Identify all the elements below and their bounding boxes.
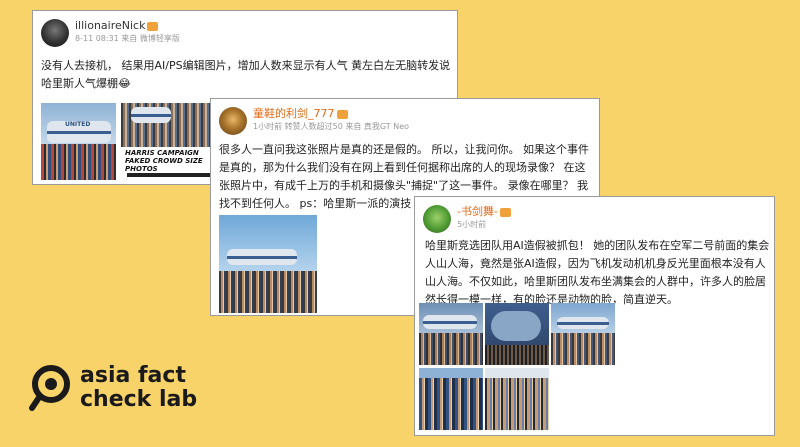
post-image-1[interactable] [419, 303, 483, 365]
post-meta: 8-11 08:31 来自 微博轻享版 [75, 34, 180, 43]
crown-icon [499, 207, 511, 217]
weibo-post-card-3: -书剑舞- 5小时前 哈里斯竞选团队用AI造假被抓包！ 她的团队发布在空军二号前… [414, 196, 775, 436]
post-header: -书剑舞- 5小时前 [423, 205, 511, 233]
post-text: 没有人去接机， 结果用AI/PS编辑图片，增加人数来显示有人气 黄左白左无脑转发… [41, 59, 451, 90]
logo-text-line-2: check lab [80, 387, 198, 412]
crown-icon [147, 21, 159, 31]
post-image-4[interactable] [419, 368, 483, 430]
image-caption: HARRIS CAMPAIGN FAKED CROWD SIZE PHOTOS [125, 149, 203, 173]
logo-text-line-1: asia fact [80, 363, 186, 388]
plane-label: UNITED [65, 121, 91, 128]
post-image-3[interactable] [551, 303, 615, 365]
avatar[interactable] [219, 107, 247, 135]
post-image[interactable] [219, 215, 317, 313]
post-text: 哈里斯竞选团队用AI造假被抓包！ 她的团队发布在空军二号前面的集会人山人海，竟然… [425, 239, 770, 306]
avatar[interactable] [41, 19, 69, 47]
post-image-2[interactable] [485, 303, 549, 365]
post-image-5[interactable] [485, 368, 549, 430]
post-meta: 1小时前 转赞人数超过50 来自 真我GT Neo [253, 122, 410, 131]
post-meta: 5小时前 [457, 220, 487, 229]
post-header: 童鞋的利剑_777 1小时前 转赞人数超过50 来自 真我GT Neo [219, 107, 409, 135]
post-image-1[interactable]: UNITED [41, 103, 116, 180]
username[interactable]: 童鞋的利剑_777 [253, 107, 335, 120]
post-header: illionaireNick 8-11 08:31 来自 微博轻享版 [41, 19, 180, 47]
username[interactable]: -书剑舞- [457, 205, 498, 218]
username[interactable]: illionaireNick [75, 19, 145, 32]
avatar[interactable] [423, 205, 451, 233]
magnifier-icon [29, 365, 70, 411]
crown-icon [336, 109, 348, 119]
asia-fact-check-lab-logo: asia fact check lab [28, 360, 218, 424]
